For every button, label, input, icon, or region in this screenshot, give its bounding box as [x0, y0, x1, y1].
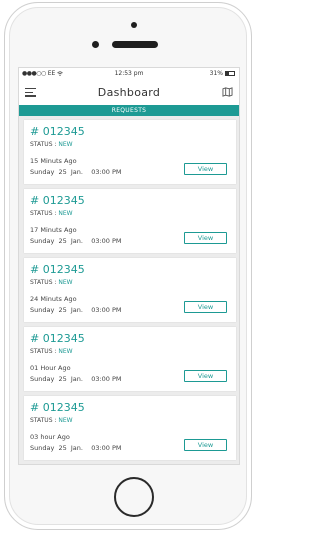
request-card[interactable]: # 012345 STATUS : NEW 03 hour Ago Sunday… — [24, 396, 236, 460]
request-time-ago: 03 hour Ago — [30, 433, 70, 441]
request-date: Sunday 25 Jan. 03:00 PM — [30, 168, 122, 176]
request-id: # 012345 — [30, 125, 85, 138]
navigation-bar: Dashboard — [19, 80, 239, 105]
request-date: Sunday 25 Jan. 03:00 PM — [30, 375, 122, 383]
request-status: STATUS : NEW — [30, 279, 73, 286]
status-label: STATUS : — [30, 210, 57, 217]
status-time: 12:53 pm — [114, 70, 144, 77]
status-value: NEW — [58, 417, 73, 424]
request-date: Sunday 25 Jan. 03:00 PM — [30, 237, 122, 245]
home-button[interactable] — [114, 477, 154, 517]
status-battery-group: 31% — [210, 70, 235, 77]
earpiece-speaker — [112, 41, 158, 48]
request-time-ago: 24 Minuts Ago — [30, 295, 77, 303]
request-time-ago: 15 Minuts Ago — [30, 157, 77, 165]
section-header-requests: REQUESTS — [19, 105, 239, 116]
request-status: STATUS : NEW — [30, 348, 73, 355]
request-status: STATUS : NEW — [30, 210, 73, 217]
battery-icon — [225, 71, 235, 76]
request-status: STATUS : NEW — [30, 417, 73, 424]
request-status: STATUS : NEW — [30, 141, 73, 148]
request-date: Sunday 25 Jan. 03:00 PM — [30, 306, 122, 314]
view-button[interactable]: View — [184, 232, 227, 244]
status-bar: ●●●○○ EE 12:53 pm 31% — [19, 68, 239, 80]
request-id: # 012345 — [30, 263, 85, 276]
view-button[interactable]: View — [184, 439, 227, 451]
view-button[interactable]: View — [184, 370, 227, 382]
request-card[interactable]: # 012345 STATUS : NEW 17 Minuts Ago Sund… — [24, 189, 236, 253]
map-icon[interactable] — [222, 87, 233, 97]
request-card[interactable]: # 012345 STATUS : NEW 15 Minuts Ago Sund… — [24, 120, 236, 184]
status-value: NEW — [58, 348, 73, 355]
status-label: STATUS : — [30, 141, 57, 148]
page-title: Dashboard — [97, 86, 161, 99]
battery-percent: 31% — [209, 70, 223, 77]
status-value: NEW — [58, 141, 73, 148]
status-value: NEW — [58, 210, 73, 217]
request-id: # 012345 — [30, 332, 85, 345]
view-button[interactable]: View — [184, 301, 227, 313]
front-camera — [92, 41, 99, 48]
request-id: # 012345 — [30, 194, 85, 207]
request-id: # 012345 — [30, 401, 85, 414]
request-time-ago: 17 Minuts Ago — [30, 226, 77, 234]
proximity-sensor — [131, 22, 137, 28]
request-date: Sunday 25 Jan. 03:00 PM — [30, 444, 122, 452]
status-label: STATUS : — [30, 348, 57, 355]
status-value: NEW — [58, 279, 73, 286]
app-screen: ●●●○○ EE 12:53 pm 31% Dashboard REQUESTS… — [18, 67, 240, 465]
view-button[interactable]: View — [184, 163, 227, 175]
request-time-ago: 01 Hour Ago — [30, 364, 71, 372]
request-card[interactable]: # 012345 STATUS : NEW 01 Hour Ago Sunday… — [24, 327, 236, 391]
requests-list: # 012345 STATUS : NEW 15 Minuts Ago Sund… — [24, 120, 236, 464]
status-label: STATUS : — [30, 279, 57, 286]
status-label: STATUS : — [30, 417, 57, 424]
request-card[interactable]: # 012345 STATUS : NEW 24 Minuts Ago Sund… — [24, 258, 236, 322]
